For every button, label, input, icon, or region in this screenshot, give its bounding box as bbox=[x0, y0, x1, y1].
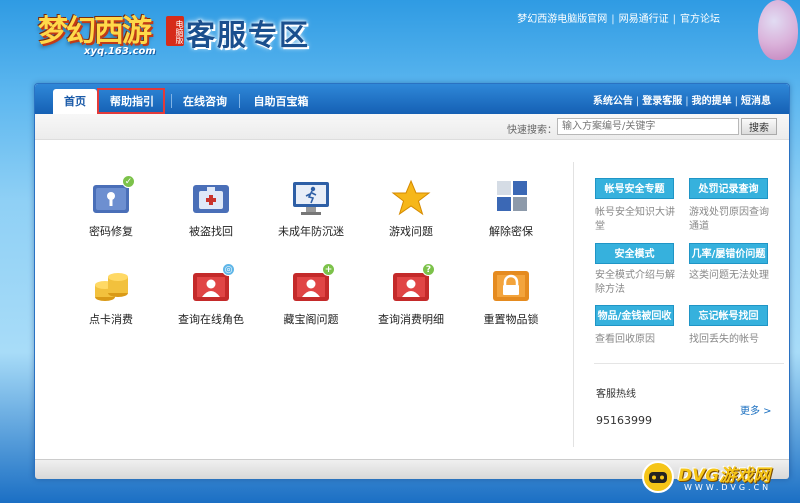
quick-desc: 帐号安全知识大讲堂 bbox=[595, 207, 675, 232]
service-label: 未成年防沉迷 bbox=[278, 225, 344, 238]
gamepad-logo-icon bbox=[642, 461, 674, 493]
quick-account-recovery[interactable]: 忘记帐号找回 bbox=[689, 305, 768, 326]
tab-home[interactable]: 首页 bbox=[53, 89, 97, 114]
service-stolen-recovery[interactable]: 被盗找回 bbox=[161, 179, 261, 239]
header-banner: 梦幻西游 电脑版 xyq.163.com 客服专区 梦幻西游电脑版官网 | 网易通行… bbox=[0, 0, 800, 82]
question-badge-icon: ? bbox=[422, 263, 435, 276]
service-search-online-role[interactable]: ◎ 查询在线角色 bbox=[161, 263, 261, 327]
unlock-security-icon bbox=[491, 179, 531, 217]
site-watermark: DVG游戏网 WWW.DVG.CN bbox=[642, 457, 792, 497]
service-consumption-detail[interactable]: ? 查询消费明细 bbox=[361, 263, 461, 327]
nav-divider bbox=[171, 94, 172, 108]
consumption-detail-icon: ? bbox=[391, 263, 435, 305]
service-label: 查询消费明细 bbox=[378, 313, 444, 326]
quick-account-security[interactable]: 帐号安全专题 bbox=[595, 178, 674, 199]
logo-text: 梦幻西游 bbox=[38, 14, 152, 49]
link-my-tickets[interactable]: 我的提单 bbox=[692, 96, 732, 107]
service-label: 密码修复 bbox=[89, 225, 133, 238]
service-label: 重置物品锁 bbox=[483, 313, 539, 326]
service-label: 藏宝阁问题 bbox=[283, 313, 339, 326]
service-password-repair[interactable]: ✓ 密码修复 bbox=[61, 175, 161, 239]
service-point-card[interactable]: 点卡消费 bbox=[61, 267, 161, 327]
search-label: 快速搜索： bbox=[507, 125, 557, 136]
quick-desc: 游戏处罚原因查询通道 bbox=[689, 207, 769, 232]
top-link-forum[interactable]: 官方论坛 bbox=[680, 14, 720, 25]
more-link[interactable]: 更多 > bbox=[740, 402, 772, 417]
minor-anti-addiction-icon bbox=[291, 179, 331, 217]
top-links: 梦幻西游电脑版官网 | 网易通行证 | 官方论坛 bbox=[517, 14, 720, 25]
hotline-number: 95163999 bbox=[596, 414, 652, 427]
quick-desc: 查看回收原因 bbox=[595, 334, 655, 345]
search-bar: 快速搜索： 搜索 bbox=[35, 114, 789, 140]
main-panel: 首页 帮助指引 在线咨询 自助百宝箱 系统公告 | 登录客服 | 我的提单 | 短消息 快速… bbox=[34, 83, 790, 479]
top-link-official[interactable]: 梦幻西游电脑版官网 bbox=[517, 14, 607, 25]
decorative-bubble bbox=[758, 0, 798, 60]
search-button[interactable]: 搜索 bbox=[741, 118, 777, 135]
page-title: 客服专区 bbox=[186, 18, 311, 52]
service-unlock-security[interactable]: 解除密保 bbox=[461, 179, 561, 239]
coins-icon bbox=[91, 267, 131, 305]
check-badge-icon: ✓ bbox=[122, 175, 135, 188]
tab-online-consult[interactable]: 在线咨询 bbox=[179, 89, 231, 114]
stolen-recovery-icon bbox=[191, 179, 231, 217]
quick-probability-issue[interactable]: 几率/屡错价问题 bbox=[689, 243, 768, 264]
password-repair-icon: ✓ bbox=[91, 175, 135, 217]
service-game-issue[interactable]: 游戏问题 bbox=[361, 179, 461, 239]
help-tab-highlight bbox=[97, 88, 165, 114]
service-treasure-pavilion[interactable]: + 藏宝阁问题 bbox=[261, 263, 361, 327]
top-link-passport[interactable]: 网易通行证 bbox=[619, 14, 669, 25]
service-label: 被盗找回 bbox=[189, 225, 233, 238]
logo-badge: 电脑版 bbox=[166, 16, 184, 46]
lock-icon bbox=[491, 267, 531, 305]
service-label: 查询在线角色 bbox=[178, 313, 244, 326]
nav-divider bbox=[239, 94, 240, 108]
sidebar-divider-line bbox=[594, 363, 784, 364]
service-minor-anti-addiction[interactable]: 未成年防沉迷 bbox=[261, 179, 361, 239]
plus-badge-icon: + bbox=[322, 263, 335, 276]
quick-desc: 这类问题无法处理 bbox=[689, 270, 769, 281]
link-system-notice[interactable]: 系统公告 bbox=[593, 96, 633, 107]
quick-desc: 找回丢失的帐号 bbox=[689, 334, 759, 345]
sidebar-divider bbox=[573, 162, 574, 447]
hotline-label: 客服热线 bbox=[596, 389, 636, 400]
nav-right-links: 系统公告 | 登录客服 | 我的提单 | 短消息 bbox=[592, 96, 771, 107]
search-input[interactable] bbox=[557, 118, 739, 135]
search-badge-icon: ◎ bbox=[222, 263, 235, 276]
quick-desc: 安全模式介绍与解除方法 bbox=[595, 270, 675, 295]
tab-self-service[interactable]: 自助百宝箱 bbox=[249, 89, 313, 114]
service-reset-item-lock[interactable]: 重置物品锁 bbox=[461, 267, 561, 327]
service-label: 点卡消费 bbox=[89, 313, 133, 326]
quick-penalty-query[interactable]: 处罚记录查询 bbox=[689, 178, 768, 199]
service-label: 解除密保 bbox=[489, 225, 533, 238]
treasure-pavilion-icon: + bbox=[291, 263, 335, 305]
game-logo[interactable]: 梦幻西游 电脑版 xyq.163.com bbox=[38, 6, 188, 62]
logo-url: xyq.163.com bbox=[84, 46, 156, 57]
quick-safe-mode[interactable]: 安全模式 bbox=[595, 243, 674, 264]
service-label: 游戏问题 bbox=[389, 225, 433, 238]
link-login-service[interactable]: 登录客服 bbox=[642, 96, 682, 107]
search-role-icon: ◎ bbox=[191, 263, 235, 305]
watermark-url: WWW.DVG.CN bbox=[684, 483, 772, 492]
star-icon bbox=[391, 179, 431, 217]
nav-bar: 首页 帮助指引 在线咨询 自助百宝箱 系统公告 | 登录客服 | 我的提单 | 短消息 bbox=[35, 84, 789, 114]
quick-item-recycled[interactable]: 物品/金钱被回收 bbox=[595, 305, 674, 326]
link-messages[interactable]: 短消息 bbox=[741, 96, 771, 107]
